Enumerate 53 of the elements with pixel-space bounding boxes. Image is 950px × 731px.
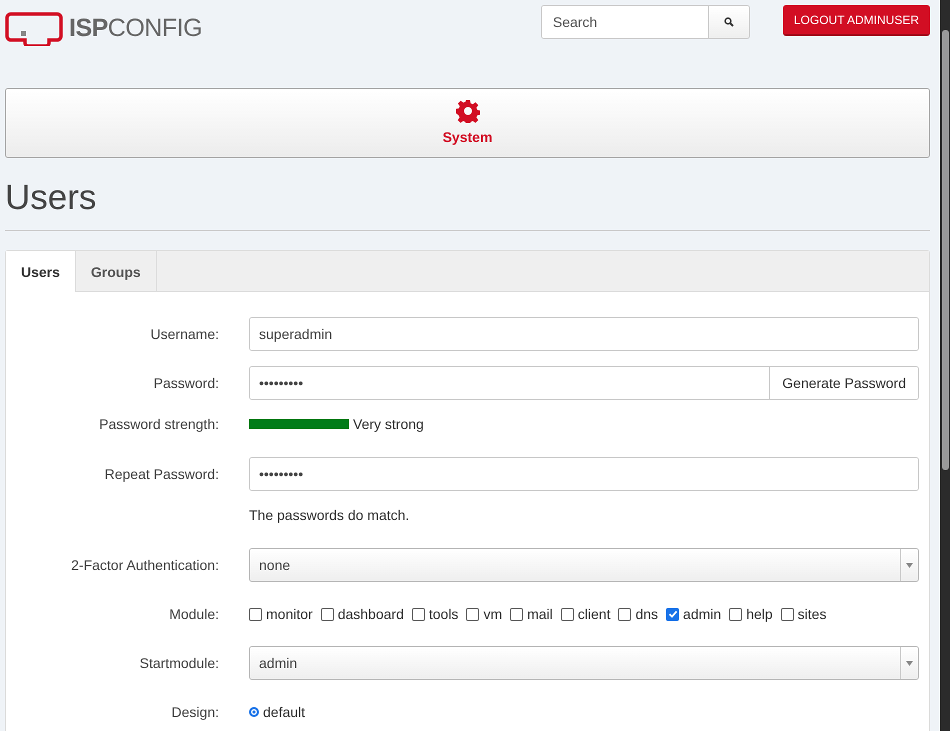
tab[interactable]: Groups	[76, 251, 157, 292]
field-label: Startmodule:	[140, 655, 219, 671]
logout-button[interactable]: LOGOUT ADMINUSER	[782, 5, 930, 36]
field-label: Password strength:	[99, 416, 219, 432]
checkbox-label: admin	[683, 606, 722, 622]
caret-icon	[906, 562, 913, 568]
checkbox-label: client	[578, 606, 610, 622]
field-label: Repeat Password:	[104, 466, 219, 482]
match-note: The passwords do match.	[249, 507, 410, 523]
radio-button[interactable]	[249, 707, 259, 717]
checkbox[interactable]	[466, 608, 480, 620]
checkbox-label: help	[746, 606, 773, 622]
select-field[interactable]: admin	[249, 646, 919, 680]
scrollbar-thumb[interactable]	[942, 30, 948, 470]
strength-text: Very strong	[353, 416, 424, 432]
logo-text: ISPCONFIG	[69, 14, 202, 42]
module-tab[interactable]: System	[436, 89, 498, 157]
checkbox-label: vm	[483, 606, 502, 622]
checkbox-label: tools	[428, 606, 458, 622]
input-field[interactable]: superadmin	[249, 317, 919, 351]
checkbox[interactable]	[666, 608, 680, 620]
checkbox-label: mail	[527, 606, 553, 622]
search-field[interactable]: Search	[540, 5, 709, 39]
field-label: Username:	[150, 326, 219, 342]
field-label: Password:	[154, 375, 219, 391]
checkbox-label: monitor	[266, 606, 313, 622]
search-icon	[724, 17, 734, 27]
field-label: 2-Factor Authentication:	[71, 557, 219, 573]
password-field[interactable]: •••••••••	[249, 366, 770, 400]
page-title: Users	[5, 158, 930, 231]
checkbox[interactable]	[249, 608, 262, 620]
checkbox[interactable]	[729, 608, 742, 620]
checkbox-label: sites	[798, 606, 826, 622]
select-field[interactable]: none	[249, 548, 919, 582]
checkbox[interactable]	[412, 608, 425, 620]
checkbox[interactable]	[560, 608, 574, 620]
checkbox[interactable]	[618, 608, 632, 620]
checkbox-label: dashboard	[338, 606, 404, 622]
checkbox[interactable]	[510, 608, 524, 620]
checkbox[interactable]	[320, 608, 334, 620]
field-label: Design:	[172, 704, 219, 720]
scrollbar[interactable]	[940, 0, 950, 731]
input-field[interactable]: •••••••••	[249, 457, 919, 491]
field-label: Module:	[169, 606, 219, 622]
tab[interactable]: Users	[6, 251, 76, 292]
search-button[interactable]	[708, 5, 750, 39]
generate-password-button[interactable]: Generate Password	[770, 366, 919, 400]
checkbox-label: dns	[635, 606, 658, 622]
gear-icon	[456, 99, 480, 123]
checkbox[interactable]	[780, 608, 794, 620]
logo-icon	[5, 10, 63, 46]
radio-label: default	[263, 704, 306, 720]
caret-icon	[906, 660, 913, 666]
